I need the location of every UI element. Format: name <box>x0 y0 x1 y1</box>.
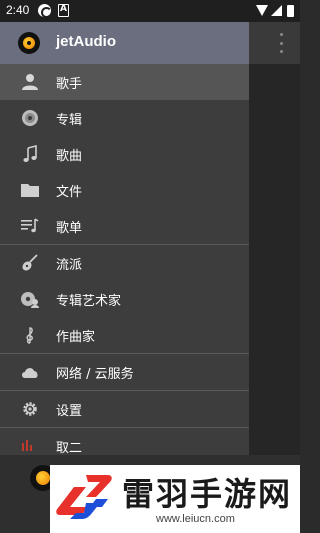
folder-icon <box>20 181 40 199</box>
guitar-icon <box>20 254 40 272</box>
gear-icon <box>20 400 40 418</box>
album-artist-icon <box>20 290 40 308</box>
menu-item-label: 文件 <box>56 185 83 200</box>
disc-icon <box>20 109 40 127</box>
menu-item-label: 专辑 <box>56 113 83 128</box>
battery-icon <box>287 5 294 17</box>
app-notification-icon <box>38 4 52 18</box>
menu-item-composers[interactable]: 作曲家 <box>0 317 249 353</box>
watermark-logo-icon <box>56 473 114 525</box>
menu-item-label: 流派 <box>56 258 83 273</box>
watermark-title: 雷羽手游网 <box>122 475 293 513</box>
status-bar: 2:40 <box>0 0 300 22</box>
font-app-icon <box>58 4 69 17</box>
menu-item-label: 歌手 <box>56 77 83 92</box>
menu-item-albums[interactable]: 专辑 <box>0 100 249 136</box>
menu-item-label: 歌单 <box>56 221 83 236</box>
drawer-header: jetAudio <box>0 22 249 64</box>
watermark: 雷羽手游网 www.leiucn.com <box>50 465 300 533</box>
playlist-icon <box>20 217 40 235</box>
overflow-menu-icon[interactable] <box>279 33 283 53</box>
menu-item-playlists[interactable]: 歌单 <box>0 208 249 244</box>
menu-item-label: 设置 <box>56 404 83 419</box>
jetaudio-logo-icon <box>18 32 40 54</box>
menu-item-label: 作曲家 <box>56 330 96 345</box>
treble-clef-icon <box>20 326 40 344</box>
app-toolbar <box>249 22 300 64</box>
menu-item-album-artists[interactable]: 专辑艺术家 <box>0 281 249 317</box>
menu-item-label: 专辑艺术家 <box>56 294 122 309</box>
menu-item-files[interactable]: 文件 <box>0 172 249 208</box>
menu-item-label: 网络 / 云服务 <box>56 367 134 382</box>
watermark-url: www.leiucn.com <box>156 513 235 525</box>
cloud-icon <box>20 363 40 381</box>
music-note-icon <box>20 144 40 163</box>
app-title: jetAudio <box>56 33 116 50</box>
signal-icon <box>271 5 282 16</box>
person-icon <box>20 73 40 91</box>
status-time: 2:40 <box>6 3 30 17</box>
wifi-icon <box>256 5 268 16</box>
menu-item-label: 歌曲 <box>56 149 83 164</box>
menu-item-label: 取二 <box>56 441 83 456</box>
equalizer-icon <box>20 437 40 455</box>
drawer-menu: 歌手 专辑 歌曲 文件 歌单 流派 专辑艺术家 作曲家 网络 / 云服务 设置 … <box>0 64 249 464</box>
menu-item-genres[interactable]: 流派 <box>0 245 249 281</box>
menu-item-songs[interactable]: 歌曲 <box>0 136 249 172</box>
menu-item-cloud[interactable]: 网络 / 云服务 <box>0 354 249 390</box>
menu-item-artists[interactable]: 歌手 <box>0 64 249 100</box>
menu-item-settings[interactable]: 设置 <box>0 391 249 427</box>
